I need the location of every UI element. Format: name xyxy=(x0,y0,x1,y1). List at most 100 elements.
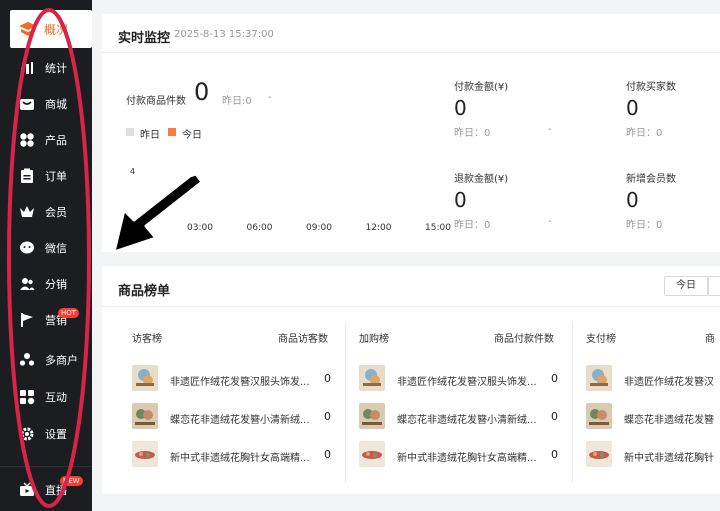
sidebar-item-products[interactable]: 产品 xyxy=(0,122,92,158)
monitor-datetime: 2025-8-13 15:37:00 xyxy=(174,29,274,40)
sidebar-item-members[interactable]: 会员 xyxy=(0,194,92,230)
product-value: 0 xyxy=(551,448,558,461)
paid-items-value: 0 xyxy=(194,78,210,106)
hot-badge: HOT xyxy=(58,308,80,318)
product-name[interactable]: 蝶恋花非遗绒花发簪 xyxy=(624,411,714,426)
column-divider xyxy=(572,322,573,482)
rank-column-title: 支付榜 xyxy=(586,334,616,345)
x-tick-label: 09:00 xyxy=(306,223,332,233)
paid-items-dash: - xyxy=(268,92,272,103)
today-button[interactable]: 今日 xyxy=(664,276,708,296)
tv-icon xyxy=(19,482,35,498)
sidebar-divider xyxy=(0,466,92,467)
crown-icon xyxy=(19,204,35,220)
sidebar-item-overview[interactable]: 概况 xyxy=(10,10,92,48)
app-window: 概况 统计 商城 产品 订单 会员 微信 分销 营销 HOT 多商户 互动 设置… xyxy=(0,0,720,511)
sidebar-item-settings[interactable]: 设置 xyxy=(0,416,92,452)
product-thumbnail[interactable] xyxy=(132,365,158,391)
sidebar-item-stats[interactable]: 统计 xyxy=(0,50,92,86)
sidebar-item-label: 产品 xyxy=(45,134,67,147)
users-icon xyxy=(19,276,35,292)
rank-column-metric: 商品访客数 xyxy=(278,334,328,345)
metric-label-paid-amount: 付款金额(¥) xyxy=(454,82,509,93)
sidebar-item-label: 多商户 xyxy=(45,354,78,367)
column-divider xyxy=(345,322,346,482)
sidebar-item-label: 订单 xyxy=(45,170,67,183)
sidebar-item-label: 分销 xyxy=(45,278,67,291)
product-name[interactable]: 非遗匠作绒花发簪汉服头饰发... xyxy=(397,373,537,388)
product-thumbnail[interactable] xyxy=(586,441,612,467)
metric-label-new-members: 新增会员数 xyxy=(626,174,676,185)
new-badge: NEW xyxy=(60,476,83,486)
clipboard-icon xyxy=(19,168,35,184)
merchant-icon xyxy=(19,352,35,368)
rank-column-metric: 商品付款件数 xyxy=(494,334,554,345)
product-name[interactable]: 新中式非遗绒花胸针 xyxy=(624,449,714,464)
interact-icon xyxy=(19,389,35,405)
sidebar-item-label: 商城 xyxy=(45,98,67,111)
header-divider xyxy=(102,52,720,53)
product-thumbnail[interactable] xyxy=(586,403,612,429)
legend-swatch-today xyxy=(168,128,176,136)
metric-label-refund-amount: 退款金额(¥) xyxy=(454,174,509,185)
sidebar-item-orders[interactable]: 订单 xyxy=(0,158,92,194)
legend-swatch-yesterday xyxy=(126,128,134,136)
rank-column-title: 访客榜 xyxy=(132,334,162,345)
grid-icon xyxy=(19,132,35,148)
sidebar-item-store[interactable]: 商城 xyxy=(0,86,92,122)
sidebar-item-marketing[interactable]: 营销 HOT xyxy=(0,302,92,338)
x-tick-label: 12:00 xyxy=(366,223,392,233)
product-name[interactable]: 蝶恋花非遗绒花发簪小清新绒... xyxy=(170,411,310,426)
product-thumbnail[interactable] xyxy=(359,441,385,467)
legend-label-yesterday: 昨日 xyxy=(140,130,160,141)
layers-icon xyxy=(19,22,37,36)
sidebar-item-label: 设置 xyxy=(45,428,67,441)
product-ranking-card: 商品榜单 今日 访客榜 商品访客数 非遗匠作绒花发簪汉服头饰发... 0 蝶恋花… xyxy=(102,266,720,494)
product-thumbnail[interactable] xyxy=(132,403,158,429)
sidebar-item-interaction[interactable]: 互动 xyxy=(0,379,92,415)
product-value: 0 xyxy=(551,372,558,385)
metric-value-new-members: 0 xyxy=(626,188,639,212)
sidebar-item-label: 概况 xyxy=(44,23,69,37)
product-value: 0 xyxy=(324,410,331,423)
metric-value-paid-amount: 0 xyxy=(454,96,467,120)
product-name[interactable]: 新中式非遗绒花胸针女高端精... xyxy=(170,449,310,464)
sidebar-item-live[interactable]: 直播 NEW xyxy=(0,472,92,508)
sidebar-item-wechat[interactable]: 微信 xyxy=(0,230,92,266)
sidebar-item-multi-merchant[interactable]: 多商户 xyxy=(0,342,92,378)
store-icon xyxy=(19,96,35,112)
sidebar-item-label: 微信 xyxy=(45,242,67,255)
product-thumbnail[interactable] xyxy=(586,365,612,391)
section-title: 商品榜单 xyxy=(118,284,171,299)
sidebar-item-distribution[interactable]: 分销 xyxy=(0,266,92,302)
metric-value-refund-amount: 0 xyxy=(454,188,467,212)
x-tick-label: 15:00 xyxy=(425,223,451,233)
product-thumbnail[interactable] xyxy=(132,441,158,467)
metric-yesterday-refund-amount: 昨日：0 xyxy=(454,220,491,231)
product-value: 0 xyxy=(324,372,331,385)
sidebar-item-label: 会员 xyxy=(45,206,67,219)
metric-dash-paid-amount: - xyxy=(548,124,552,135)
product-name[interactable]: 非遗匠作绒花发簪汉服头饰发... xyxy=(170,373,310,388)
wechat-icon xyxy=(19,240,35,256)
annotation-arrow xyxy=(112,172,204,254)
flag-icon xyxy=(19,312,35,328)
product-name[interactable]: 非遗匠作绒花发簪汉 xyxy=(624,373,714,388)
paid-items-yesterday: 昨日:0 xyxy=(222,96,252,107)
product-value: 0 xyxy=(324,448,331,461)
metric-yesterday-new-members: 昨日：0 xyxy=(626,220,663,231)
legend-label-today: 今日 xyxy=(182,130,202,141)
sidebar-item-label: 互动 xyxy=(45,391,67,404)
date-range-button[interactable] xyxy=(708,276,720,296)
metric-yesterday-paid-buyers: 昨日：0 xyxy=(626,128,663,139)
metric-label-paid-buyers: 付款买家数 xyxy=(626,82,676,93)
section-title: 实时监控 xyxy=(118,31,171,46)
product-name[interactable]: 蝶恋花非遗绒花发簪小清新绒... xyxy=(397,411,537,426)
product-thumbnail[interactable] xyxy=(359,365,385,391)
chart-icon xyxy=(19,60,35,76)
sidebar-item-label: 统计 xyxy=(45,62,67,75)
header-divider xyxy=(102,306,720,307)
metric-dash-refund-amount: - xyxy=(548,216,552,227)
product-thumbnail[interactable] xyxy=(359,403,385,429)
product-name[interactable]: 新中式非遗绒花胸针女高端精... xyxy=(397,449,537,464)
